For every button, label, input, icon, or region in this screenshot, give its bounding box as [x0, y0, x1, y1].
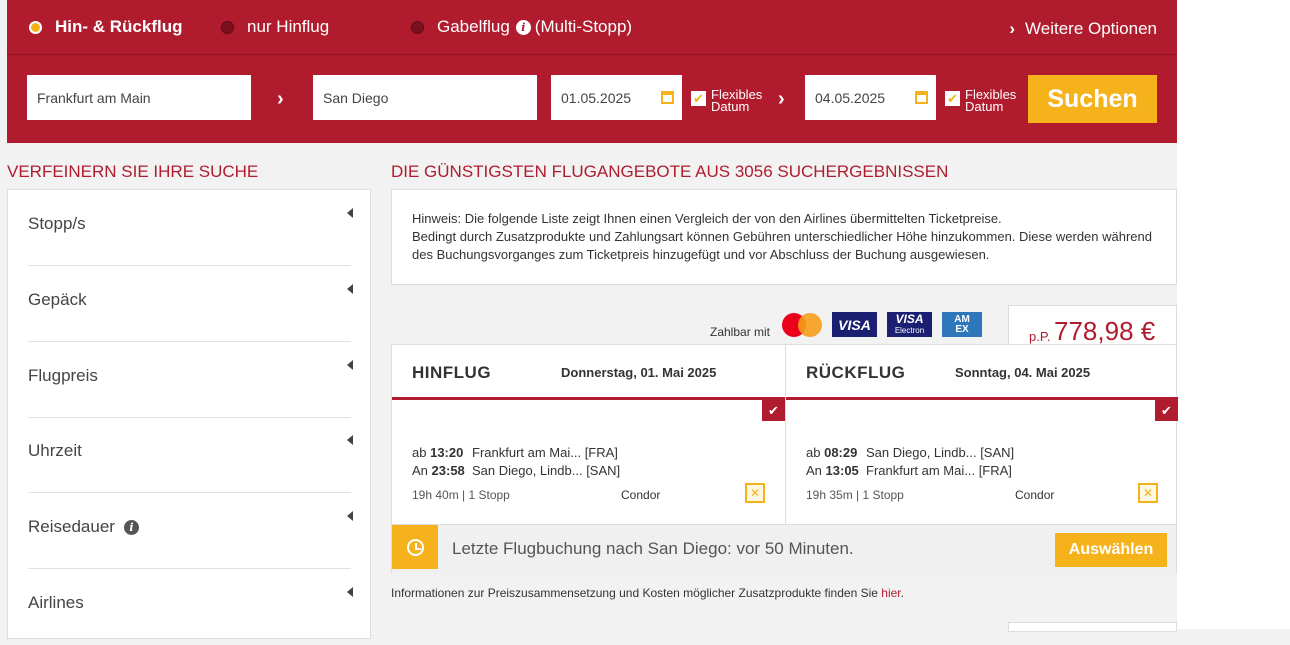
outbound-leg[interactable]: HINFLUG Donnerstag, 01. Mai 2025 ✔ ab 13… — [392, 345, 785, 524]
trip-type-oneway[interactable]: nur Hinflug — [221, 17, 329, 37]
last-booking-text: Letzte Flugbuchung nach San Diego: vor 5… — [452, 539, 854, 558]
trip-type-multistop[interactable]: Gabelflug i (Multi-Stopp) — [411, 17, 632, 37]
caret-left-icon — [347, 208, 353, 218]
chevron-right-icon: › — [1009, 19, 1016, 38]
airline-name: Condor — [1015, 488, 1055, 502]
right-margin — [1177, 0, 1290, 629]
arrival-row: An 23:58 San Diego, Lindb... [SAN] — [412, 463, 621, 478]
caret-left-icon — [347, 511, 353, 521]
trip-type-roundtrip[interactable]: Hin- & Rückflug — [29, 17, 183, 37]
return-date-input[interactable]: 04.05.2025 — [805, 75, 936, 120]
radio-icon — [221, 20, 234, 34]
filter-price[interactable]: Flugpreis — [28, 342, 353, 418]
caret-left-icon — [347, 360, 353, 370]
duration-stops: 19h 40m | 1 Stopp — [412, 488, 510, 502]
duration-stops: 19h 35m | 1 Stopp — [806, 488, 904, 502]
more-options-link[interactable]: › Weitere Optionen — [1009, 19, 1157, 39]
calendar-icon[interactable] — [915, 91, 928, 104]
next-price-box — [1008, 622, 1177, 632]
destination-input[interactable]: San Diego — [313, 75, 537, 120]
trip-type-bar: Hin- & Rückflug nur Hinflug Gabelflug i … — [7, 0, 1177, 55]
departure-row: ab 08:29 San Diego, Lindb... [SAN] — [806, 445, 1015, 460]
checkmark-icon[interactable]: ✔ — [762, 400, 785, 421]
price-notice: Hinweis: Die folgende Liste zeigt Ihnen … — [391, 189, 1177, 285]
caret-left-icon — [347, 284, 353, 294]
visa-icon: VISA — [832, 312, 877, 337]
checkbox-checked-icon[interactable]: ✔ — [691, 91, 706, 106]
calendar-icon[interactable] — [661, 91, 674, 104]
filter-sidebar: Stopp/s Gepäck Flugpreis Uhrzeit Reiseda… — [7, 189, 371, 639]
flexible-date-depart[interactable]: ✔ Flexibles Datum — [691, 88, 762, 113]
flexible-date-return[interactable]: ✔ Flexibles Datum — [945, 88, 1016, 113]
filter-duration[interactable]: Reisedauer i — [28, 493, 353, 569]
price-info-line: Informationen zur Preiszusammensetzung u… — [391, 586, 904, 600]
baggage-icon[interactable]: ✕ — [745, 483, 765, 503]
search-panel: Hin- & Rückflug nur Hinflug Gabelflug i … — [7, 0, 1177, 143]
amex-icon: AM EX — [942, 312, 982, 337]
flight-offer: HINFLUG Donnerstag, 01. Mai 2025 ✔ ab 13… — [391, 344, 1178, 574]
select-button[interactable]: Auswählen — [1055, 533, 1167, 567]
mastercard-icon — [782, 312, 824, 338]
arrival-row: An 13:05 Frankfurt am Mai... [FRA] — [806, 463, 1012, 478]
radio-icon — [411, 20, 424, 34]
caret-left-icon — [347, 435, 353, 445]
origin-input[interactable]: Frankfurt am Main — [27, 75, 251, 120]
filter-baggage[interactable]: Gepäck — [28, 266, 353, 342]
clock-icon — [392, 525, 438, 569]
airline-name: Condor — [621, 488, 661, 502]
baggage-icon[interactable]: ✕ — [1138, 483, 1158, 503]
payment-label: Zahlbar mit — [710, 325, 771, 339]
price: 778,98 € — [1054, 316, 1156, 346]
return-leg[interactable]: RÜCKFLUG Sonntag, 04. Mai 2025 ✔ ab 08:2… — [785, 345, 1178, 524]
info-icon[interactable]: i — [123, 519, 139, 535]
filter-airlines[interactable]: Airlines — [28, 569, 353, 645]
filter-stops[interactable]: Stopp/s — [28, 190, 353, 266]
offer-footer: Letzte Flugbuchung nach San Diego: vor 5… — [392, 524, 1176, 574]
caret-left-icon — [347, 587, 353, 597]
search-button[interactable]: Suchen — [1028, 75, 1157, 123]
results-title: DIE GÜNSTIGSTEN FLUGANGEBOTE AUS 3056 SU… — [391, 162, 949, 181]
chevron-right-icon: › — [277, 88, 284, 110]
sidebar-title: VERFEINERN SIE IHRE SUCHE — [7, 162, 259, 181]
chevron-right-icon: › — [778, 88, 785, 110]
info-link[interactable]: hier — [881, 586, 900, 600]
checkbox-checked-icon[interactable]: ✔ — [945, 91, 960, 106]
checkmark-icon[interactable]: ✔ — [1155, 400, 1178, 421]
info-icon[interactable]: i — [515, 19, 531, 35]
departure-row: ab 13:20 Frankfurt am Mai... [FRA] — [412, 445, 618, 460]
filter-time[interactable]: Uhrzeit — [28, 417, 353, 493]
visa-electron-icon: VISA Electron — [887, 312, 932, 337]
depart-date-input[interactable]: 01.05.2025 — [551, 75, 682, 120]
radio-selected-icon — [29, 20, 42, 34]
